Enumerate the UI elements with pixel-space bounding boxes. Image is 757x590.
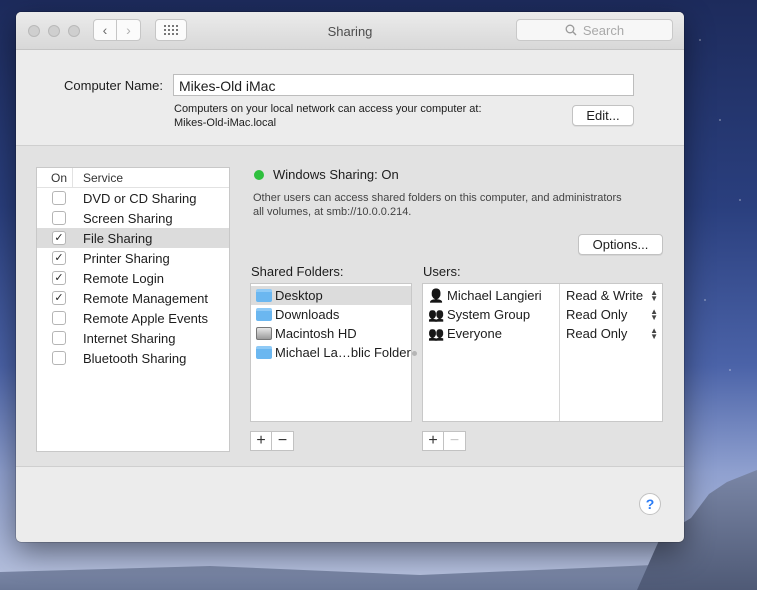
service-label: DVD or CD Sharing bbox=[83, 190, 197, 206]
folder-row[interactable]: Michael La…blic Folder bbox=[251, 343, 411, 362]
service-list-header: On Service bbox=[37, 168, 229, 188]
group-icon: 👥 bbox=[428, 325, 445, 341]
remove-user-button[interactable]: − bbox=[444, 431, 466, 451]
service-checkbox[interactable] bbox=[52, 331, 66, 345]
search-icon bbox=[565, 24, 577, 36]
service-label: File Sharing bbox=[83, 230, 153, 246]
service-row[interactable]: ✓ File Sharing bbox=[37, 228, 229, 248]
computer-name-field[interactable]: Mikes-Old iMac bbox=[173, 74, 634, 96]
search-field[interactable]: Search bbox=[516, 19, 673, 41]
service-row[interactable]: ✓ Remote Login bbox=[37, 268, 229, 288]
folder-label: Downloads bbox=[275, 307, 340, 322]
service-checkbox[interactable] bbox=[52, 191, 66, 205]
folder-row[interactable]: Desktop bbox=[251, 286, 411, 305]
column-service[interactable]: Service bbox=[73, 171, 123, 185]
group-icon: 👥 bbox=[428, 306, 445, 322]
shared-folders-label: Shared Folders: bbox=[251, 264, 344, 279]
folder-label: Macintosh HD bbox=[275, 326, 357, 341]
help-button[interactable]: ? bbox=[639, 493, 661, 515]
updown-arrows-icon: ▲ ▼ bbox=[650, 287, 658, 303]
person-icon: 👤 bbox=[428, 287, 445, 303]
title-bar: ‹ › Sharing Search bbox=[16, 12, 684, 50]
service-checkbox[interactable]: ✓ bbox=[52, 251, 66, 265]
user-add-remove: + − bbox=[422, 431, 466, 451]
service-checkbox[interactable] bbox=[52, 351, 66, 365]
shared-folders-list: Desktop Downloads Macintosh HD Michael La…b… bbox=[250, 283, 412, 422]
user-row[interactable]: 👥 System Group bbox=[423, 305, 559, 324]
service-checkbox[interactable]: ✓ bbox=[52, 291, 66, 305]
service-checkbox[interactable] bbox=[52, 211, 66, 225]
service-row[interactable]: Remote Apple Events bbox=[37, 308, 229, 328]
user-row[interactable]: 👤 Michael Langieri bbox=[423, 286, 559, 305]
service-checkbox[interactable]: ✓ bbox=[52, 271, 66, 285]
service-label: Remote Login bbox=[83, 270, 164, 286]
hard-drive-icon bbox=[256, 327, 272, 340]
status-title: Windows Sharing: On bbox=[273, 167, 399, 182]
service-row[interactable]: DVD or CD Sharing bbox=[37, 188, 229, 208]
folder-label: Michael La…blic Folder bbox=[275, 345, 411, 360]
add-user-button[interactable]: + bbox=[422, 431, 444, 451]
updown-arrows-icon: ▲ ▼ bbox=[650, 306, 658, 322]
network-info-line1: Computers on your local network can acce… bbox=[174, 103, 482, 115]
service-checkbox[interactable] bbox=[52, 311, 66, 325]
sharing-window: ‹ › Sharing Search Computer Name: Mikes-… bbox=[16, 12, 684, 542]
service-label: Remote Management bbox=[83, 290, 209, 306]
permission-popup[interactable]: Read Only ▲ ▼ bbox=[560, 305, 662, 324]
service-row[interactable]: ✓ Printer Sharing bbox=[37, 248, 229, 268]
service-label: Bluetooth Sharing bbox=[83, 350, 187, 366]
status-description-line2: all volumes, at smb://10.0.0.214. bbox=[253, 206, 412, 218]
folder-label: Desktop bbox=[275, 288, 323, 303]
service-row[interactable]: Bluetooth Sharing bbox=[37, 348, 229, 368]
permission-value: Read Only bbox=[566, 307, 628, 322]
folder-icon bbox=[256, 346, 272, 359]
add-folder-button[interactable]: + bbox=[250, 431, 272, 451]
folder-icon bbox=[256, 289, 272, 302]
service-label: Screen Sharing bbox=[83, 210, 173, 226]
remove-folder-button[interactable]: − bbox=[272, 431, 294, 451]
service-label: Internet Sharing bbox=[83, 330, 176, 346]
edit-button[interactable]: Edit... bbox=[572, 105, 634, 126]
updown-arrows-icon: ▲ ▼ bbox=[650, 325, 658, 341]
user-row[interactable]: 👥 Everyone bbox=[423, 324, 559, 343]
permission-popup[interactable]: Read & Write ▲ ▼ bbox=[560, 286, 662, 305]
user-rows: 👤 Michael Langieri 👥 System Group 👥 Everyone bbox=[423, 286, 559, 343]
user-name: System Group bbox=[447, 307, 531, 322]
service-rows: DVD or CD Sharing Screen Sharing ✓ File Sha… bbox=[37, 188, 229, 368]
folder-row[interactable]: Downloads bbox=[251, 305, 411, 324]
permission-value: Read Only bbox=[566, 326, 628, 341]
service-checkbox[interactable]: ✓ bbox=[52, 231, 66, 245]
search-placeholder: Search bbox=[582, 22, 625, 38]
service-row[interactable]: Internet Sharing bbox=[37, 328, 229, 348]
network-address: Mikes-Old-iMac.local bbox=[174, 117, 277, 129]
service-row[interactable]: Screen Sharing bbox=[37, 208, 229, 228]
options-button[interactable]: Options... bbox=[578, 234, 663, 255]
folder-rows: Desktop Downloads Macintosh HD Michael La…b… bbox=[251, 286, 411, 362]
computer-name-label: Computer Name: bbox=[64, 78, 163, 93]
status-description-line1: Other users can access shared folders on… bbox=[253, 192, 622, 204]
service-label: Remote Apple Events bbox=[83, 310, 209, 326]
folder-icon bbox=[256, 308, 272, 321]
status-indicator bbox=[254, 170, 264, 180]
permission-popup[interactable]: Read Only ▲ ▼ bbox=[560, 324, 662, 343]
permission-rows: Read & Write ▲ ▼ Read Only ▲ ▼ Read Only ▲ ▼ bbox=[560, 286, 662, 343]
service-label: Printer Sharing bbox=[83, 250, 170, 266]
service-list: On Service DVD or CD Sharing Screen Shari… bbox=[36, 167, 230, 452]
users-label: Users: bbox=[423, 264, 461, 279]
folder-row[interactable]: Macintosh HD bbox=[251, 324, 411, 343]
folder-add-remove: + − bbox=[250, 431, 294, 451]
user-name: Michael Langieri bbox=[447, 288, 542, 303]
permission-value: Read & Write bbox=[566, 288, 644, 303]
user-name: Everyone bbox=[447, 326, 502, 341]
users-list: 👤 Michael Langieri 👥 System Group 👥 Everyone … bbox=[422, 283, 663, 422]
column-on[interactable]: On bbox=[37, 168, 73, 187]
service-row[interactable]: ✓ Remote Management bbox=[37, 288, 229, 308]
split-handle[interactable] bbox=[412, 351, 417, 356]
